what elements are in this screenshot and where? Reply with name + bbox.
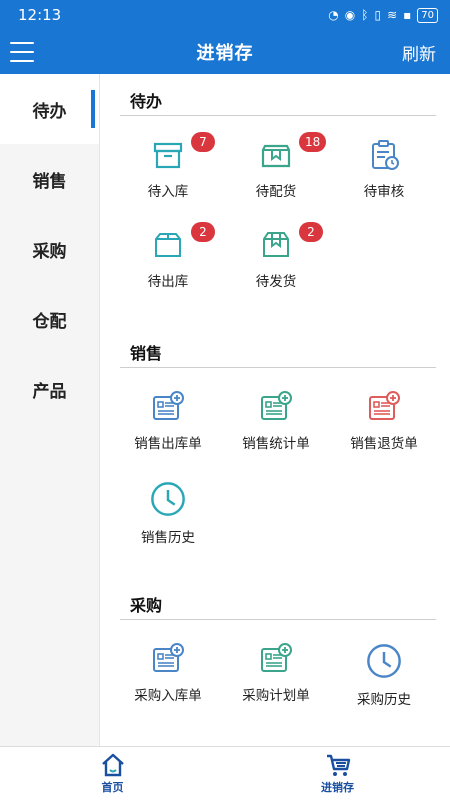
item-label: 采购计划单 bbox=[242, 688, 310, 704]
sidebar-item-sales[interactable]: 销售 bbox=[0, 144, 99, 214]
form-add-icon bbox=[261, 643, 292, 672]
count-badge: 18 bbox=[299, 132, 327, 152]
form-add-icon bbox=[153, 391, 184, 420]
item-label: 待发货 bbox=[255, 274, 297, 290]
main-content: 待办 7 待入库 18 待配货 待审核 2 待出库 2 待发货 销售 销售出库单… bbox=[100, 74, 450, 746]
cart-icon bbox=[326, 754, 350, 776]
bluetooth-icon: ᛒ bbox=[361, 8, 369, 22]
wifi-icon: ≋ bbox=[387, 8, 398, 22]
sidebar-item-purchase[interactable]: 采购 bbox=[0, 214, 99, 284]
clipboard-clock-icon bbox=[372, 140, 399, 170]
bottom-nav: 首页 进销存 bbox=[0, 746, 450, 800]
status-time: 12:13 bbox=[18, 6, 62, 24]
item-label: 待配货 bbox=[255, 184, 297, 200]
nav-home[interactable]: 首页 bbox=[0, 747, 225, 800]
form-add-red-icon bbox=[369, 391, 400, 420]
item-label: 销售统计单 bbox=[242, 436, 310, 452]
item-label: 销售退货单 bbox=[350, 436, 418, 452]
purchase-item-history[interactable]: 采购历史 bbox=[330, 632, 438, 712]
battery-icon: 70 bbox=[417, 7, 438, 23]
app-header: 进销存 刷新 bbox=[0, 30, 450, 74]
menu-icon[interactable] bbox=[10, 42, 34, 62]
package-icon bbox=[261, 144, 291, 168]
section-title-purchase: 采购 bbox=[130, 596, 163, 615]
nav-label: 进销存 bbox=[321, 781, 354, 794]
package-outline-icon bbox=[263, 232, 289, 257]
count-badge: 2 bbox=[299, 222, 323, 242]
sim-icon: ▪ bbox=[403, 8, 412, 22]
sales-item-return-order[interactable]: 销售退货单 bbox=[330, 380, 438, 460]
page-title: 进销存 bbox=[196, 43, 254, 64]
item-label: 销售历史 bbox=[141, 530, 195, 546]
sidebar-item-label: 采购 bbox=[32, 241, 67, 262]
box-icon bbox=[153, 142, 183, 169]
home-icon bbox=[101, 753, 124, 777]
status-icons: ◔ ◉ ᛒ ▯ ≋ ▪ 70 bbox=[328, 7, 438, 23]
item-label: 采购历史 bbox=[357, 692, 411, 708]
purchase-item-inbound-order[interactable]: 采购入库单 bbox=[114, 632, 222, 712]
sales-item-statistics-order[interactable]: 销售统计单 bbox=[222, 380, 330, 460]
item-label: 采购入库单 bbox=[134, 688, 202, 704]
sidebar-item-label: 销售 bbox=[32, 171, 67, 192]
section-title-sales: 销售 bbox=[130, 344, 163, 363]
item-label: 待审核 bbox=[363, 184, 405, 200]
sidebar-item-warehouse[interactable]: 仓配 bbox=[0, 284, 99, 354]
refresh-button[interactable]: 刷新 bbox=[402, 40, 436, 65]
signal-icon: ◔ bbox=[328, 8, 339, 22]
box-outline-icon bbox=[155, 233, 181, 257]
todo-item-pending-outbound[interactable]: 2 待出库 bbox=[114, 218, 222, 298]
eye-icon: ◉ bbox=[344, 8, 356, 22]
form-add-icon bbox=[261, 391, 292, 420]
clock-icon bbox=[151, 482, 185, 516]
count-badge: 2 bbox=[191, 222, 215, 242]
todo-item-pending-inbound[interactable]: 7 待入库 bbox=[114, 128, 222, 208]
sales-item-history[interactable]: 销售历史 bbox=[114, 470, 222, 550]
vibrate-icon: ▯ bbox=[374, 8, 382, 22]
section-title-todo: 待办 bbox=[130, 92, 163, 111]
item-label: 待入库 bbox=[147, 184, 189, 200]
sidebar-item-label: 待办 bbox=[32, 101, 67, 122]
todo-item-pending-review[interactable]: 待审核 bbox=[330, 128, 438, 208]
todo-item-pending-allocation[interactable]: 18 待配货 bbox=[222, 128, 330, 208]
sales-item-outbound-order[interactable]: 销售出库单 bbox=[114, 380, 222, 460]
purchase-item-plan-order[interactable]: 采购计划单 bbox=[222, 632, 330, 712]
sidebar-item-label: 产品 bbox=[32, 381, 67, 402]
nav-inventory[interactable]: 进销存 bbox=[225, 747, 450, 800]
clock-icon bbox=[367, 644, 401, 678]
status-bar: 12:13 ◔ ◉ ᛒ ▯ ≋ ▪ 70 bbox=[0, 0, 450, 30]
section-divider bbox=[120, 115, 436, 116]
item-label: 待出库 bbox=[147, 274, 189, 290]
count-badge: 7 bbox=[191, 132, 215, 152]
todo-item-pending-shipment[interactable]: 2 待发货 bbox=[222, 218, 330, 298]
sidebar-item-label: 仓配 bbox=[32, 311, 67, 332]
sidebar: 待办 销售 采购 仓配 产品 bbox=[0, 74, 100, 746]
sidebar-item-product[interactable]: 产品 bbox=[0, 354, 99, 424]
section-divider bbox=[120, 619, 436, 620]
section-divider bbox=[120, 367, 436, 368]
nav-label: 首页 bbox=[101, 781, 124, 794]
item-label: 销售出库单 bbox=[134, 436, 202, 452]
sidebar-item-todo[interactable]: 待办 bbox=[0, 74, 99, 144]
form-add-icon bbox=[153, 643, 184, 672]
